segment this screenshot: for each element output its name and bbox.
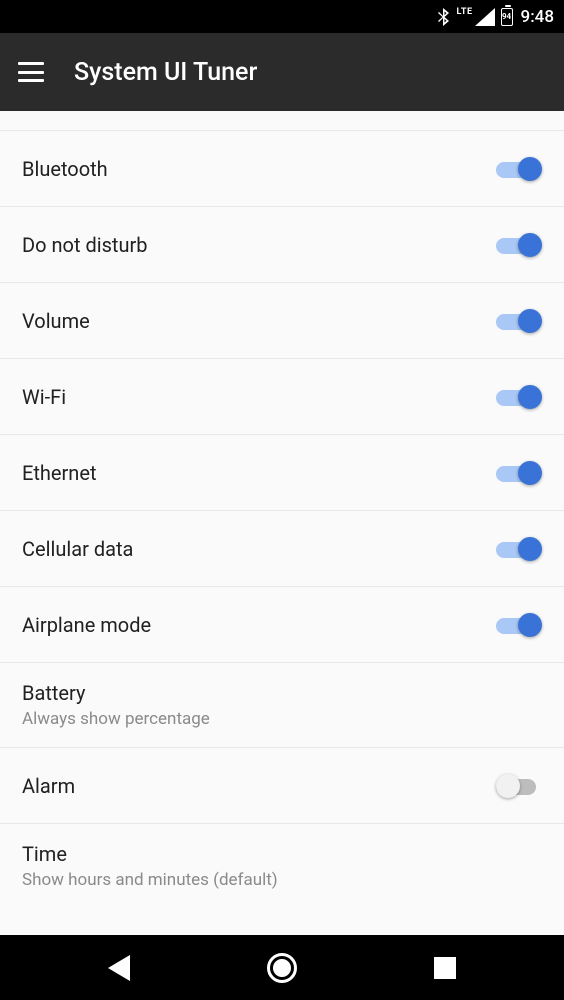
list-item-dnd[interactable]: Do not disturb (0, 207, 564, 283)
home-icon[interactable] (267, 953, 297, 983)
list-item-bluetooth[interactable]: Bluetooth (0, 131, 564, 207)
toggle-ethernet[interactable] (496, 459, 542, 487)
page-title: System UI Tuner (74, 58, 257, 87)
list-item-peek[interactable] (0, 111, 564, 131)
app-bar: System UI Tuner (0, 33, 564, 111)
list-item-time[interactable]: Time Show hours and minutes (default) (0, 824, 564, 908)
clock: 9:48 (521, 7, 554, 27)
list-item-volume[interactable]: Volume (0, 283, 564, 359)
item-label: Volume (22, 309, 90, 333)
settings-list[interactable]: Bluetooth Do not disturb Volume Wi-Fi Et… (0, 111, 564, 935)
toggle-cellular[interactable] (496, 535, 542, 563)
toggle-alarm[interactable] (496, 772, 542, 800)
item-label: Airplane mode (22, 613, 151, 637)
item-label: Cellular data (22, 537, 133, 561)
menu-icon[interactable] (18, 62, 44, 82)
toggle-airplane[interactable] (496, 611, 542, 639)
back-icon[interactable] (108, 955, 130, 981)
item-label: Do not disturb (22, 233, 148, 257)
battery-percent: 94 (502, 12, 511, 21)
item-label: Bluetooth (22, 157, 108, 181)
status-bar: LTE 94 9:48 (0, 0, 564, 33)
list-item-airplane[interactable]: Airplane mode (0, 587, 564, 663)
navigation-bar (0, 935, 564, 1000)
item-sublabel: Show hours and minutes (default) (22, 870, 278, 890)
lte-indicator: LTE (457, 7, 473, 17)
list-item-cellular[interactable]: Cellular data (0, 511, 564, 587)
item-label: Ethernet (22, 461, 97, 485)
toggle-wifi[interactable] (496, 383, 542, 411)
list-item-alarm[interactable]: Alarm (0, 748, 564, 824)
battery-icon: 94 (501, 8, 513, 26)
toggle-dnd[interactable] (496, 231, 542, 259)
recents-icon[interactable] (434, 957, 456, 979)
toggle-volume[interactable] (496, 307, 542, 335)
list-item-wifi[interactable]: Wi-Fi (0, 359, 564, 435)
bluetooth-icon (437, 8, 451, 26)
item-label: Wi-Fi (22, 385, 66, 409)
item-label: Alarm (22, 774, 75, 798)
list-item-ethernet[interactable]: Ethernet (0, 435, 564, 511)
item-label: Time (22, 842, 278, 866)
signal-icon (475, 8, 495, 26)
item-sublabel: Always show percentage (22, 709, 210, 729)
toggle-bluetooth[interactable] (496, 155, 542, 183)
list-item-battery[interactable]: Battery Always show percentage (0, 663, 564, 748)
item-label: Battery (22, 681, 210, 705)
